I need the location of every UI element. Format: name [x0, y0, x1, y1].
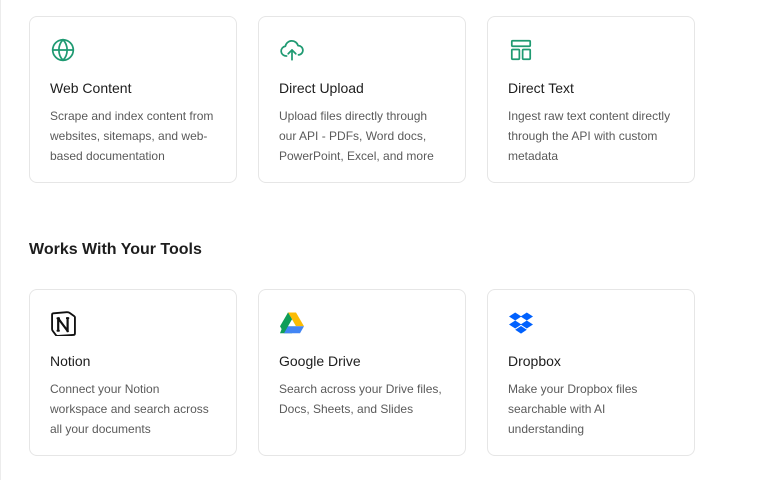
card-description: Connect your Notion workspace and search…: [50, 382, 209, 436]
card-notion[interactable]: Notion Connect your Notion workspace and…: [29, 289, 237, 456]
card-description: Make your Dropbox files searchable with …: [508, 382, 638, 436]
card-title: Dropbox: [508, 353, 561, 369]
card-title: Google Drive: [279, 353, 361, 369]
sources-grid: Web Content Scrape and index content fro…: [29, 16, 695, 183]
card-title: Web Content: [50, 80, 132, 96]
section-title: Works With Your Tools: [29, 241, 202, 258]
dropbox-icon: [508, 310, 674, 336]
card-direct-text[interactable]: Direct Text Ingest raw text content dire…: [487, 16, 695, 183]
globe-icon: [50, 37, 216, 63]
card-direct-upload[interactable]: Direct Upload Upload files directly thro…: [258, 16, 466, 183]
cloud-upload-icon: [279, 37, 445, 63]
layout-icon: [508, 37, 674, 63]
card-description: Upload files directly through our API - …: [279, 109, 434, 163]
google-drive-icon: [279, 310, 445, 336]
tools-grid: Notion Connect your Notion workspace and…: [29, 289, 695, 456]
page: Web Content Scrape and index content fro…: [0, 0, 768, 480]
card-web-content[interactable]: Web Content Scrape and index content fro…: [29, 16, 237, 183]
card-title: Notion: [50, 353, 91, 369]
card-title: Direct Upload: [279, 80, 364, 96]
card-title: Direct Text: [508, 80, 574, 96]
card-google-drive[interactable]: Google Drive Search across your Drive fi…: [258, 289, 466, 456]
card-description: Ingest raw text content directly through…: [508, 109, 671, 163]
card-dropbox[interactable]: Dropbox Make your Dropbox files searchab…: [487, 289, 695, 456]
card-description: Scrape and index content from websites, …: [50, 109, 214, 163]
card-description: Search across your Drive files, Docs, Sh…: [279, 382, 442, 416]
notion-icon: [50, 310, 216, 336]
